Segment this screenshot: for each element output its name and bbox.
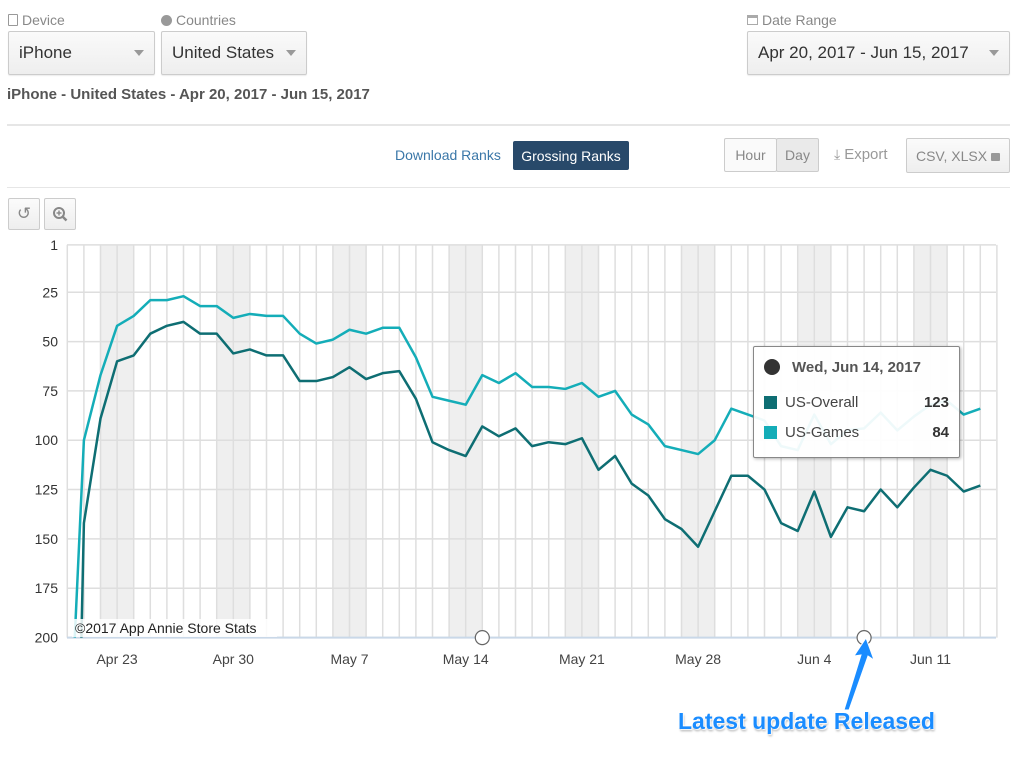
tooltip-date: Wed, Jun 14, 2017 [792, 358, 921, 376]
annotation-label: Latest update Released [678, 708, 935, 734]
x-tick-label: May 28 [675, 651, 721, 667]
tooltip-series-name: US-Overall [785, 393, 859, 411]
globe-icon [764, 359, 780, 375]
y-tick-label: 125 [35, 482, 59, 498]
legend-swatch [764, 425, 777, 439]
event-marker-icon [474, 629, 490, 646]
x-tick-label: May 7 [330, 651, 368, 667]
y-tick-label: 25 [42, 284, 58, 300]
tooltip-series-name: US-Games [785, 423, 860, 441]
y-tick-label: 175 [35, 580, 59, 596]
y-tick-label: 150 [35, 531, 59, 547]
y-tick-label: 75 [42, 383, 58, 399]
tooltip-row-overall: US-Overall 123 [754, 387, 959, 417]
tooltip-series-value: 84 [932, 423, 949, 441]
y-tick-label: 200 [35, 630, 59, 646]
legend-swatch [764, 395, 777, 409]
y-tick-label: 1 [50, 237, 58, 253]
x-tick-label: May 21 [559, 651, 605, 667]
tooltip-series-value: 123 [923, 393, 949, 411]
x-tick-label: Jun 11 [910, 651, 951, 667]
chart-credit: ©2017 App Annie Store Stats [75, 620, 257, 636]
y-tick-label: 50 [42, 334, 58, 350]
chart-tooltip: Wed, Jun 14, 2017 US-Overall 123 US-Game… [753, 346, 960, 458]
x-tick-label: Apr 23 [96, 651, 137, 667]
annotation-arrow-icon [843, 636, 875, 711]
x-tick-label: Apr 30 [213, 651, 254, 667]
y-tick-label: 100 [35, 432, 59, 448]
x-tick-label: May 14 [443, 651, 489, 667]
tooltip-row-games: US-Games 84 [754, 417, 959, 447]
x-tick-label: Jun 4 [797, 651, 831, 667]
